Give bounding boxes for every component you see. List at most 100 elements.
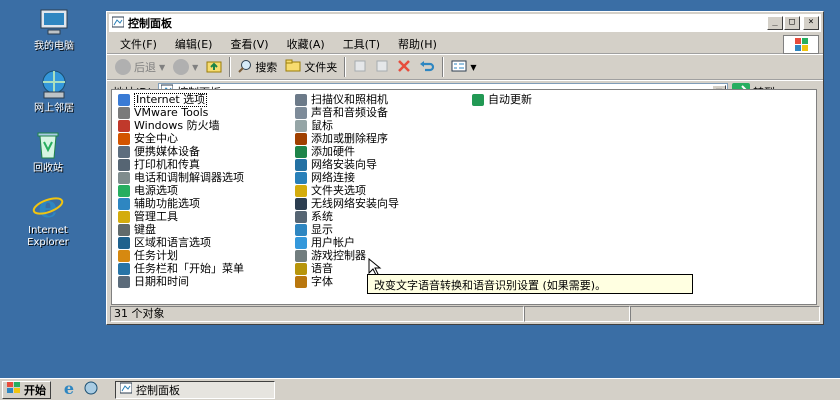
minimize-button[interactable]: _ xyxy=(767,16,783,30)
taskbar-button-label: 控制面板 xyxy=(136,383,180,397)
tooltip: 改变文字语音转换和语音识别设置 (如果需要)。 xyxy=(367,274,693,294)
control-panel-item-icon xyxy=(118,236,130,249)
menu-help[interactable]: 帮助(H) xyxy=(389,34,446,54)
control-panel-item-icon xyxy=(295,106,307,119)
control-panel-item[interactable]: 安全中心 xyxy=(118,132,244,145)
menu-favorites[interactable]: 收藏(A) xyxy=(278,34,334,54)
control-panel-item[interactable]: 区域和语言选项 xyxy=(118,236,244,249)
close-button[interactable]: × xyxy=(803,16,819,30)
control-panel-item[interactable]: 电话和调制解调器选项 xyxy=(118,171,244,184)
control-panel-item[interactable]: 用户帐户 xyxy=(295,236,399,249)
control-panel-item-label: 电话和调制解调器选项 xyxy=(134,170,244,184)
control-panel-item-label: 声音和音频设备 xyxy=(311,105,388,119)
control-panel-item-icon xyxy=(118,184,130,197)
folder-icon xyxy=(285,59,301,75)
control-panel-item[interactable]: 打印机和传真 xyxy=(118,158,244,171)
control-panel-item-icon xyxy=(118,249,130,262)
control-panel-item-label: 打印机和传真 xyxy=(134,157,200,171)
start-button[interactable]: 开始 xyxy=(2,380,51,399)
up-folder-button[interactable] xyxy=(202,57,226,78)
control-panel-item[interactable]: 任务计划 xyxy=(118,249,244,262)
move-to-icon xyxy=(353,59,367,76)
control-panel-item-label: 鼠标 xyxy=(311,118,333,132)
control-panel-item[interactable]: 日期和时间 xyxy=(118,275,244,288)
control-panel-item[interactable]: 游戏控制器 xyxy=(295,249,399,262)
control-panel-icon xyxy=(111,16,125,31)
menu-edit[interactable]: 编辑(E) xyxy=(166,34,222,54)
control-panel-item-label: Internet 选项 xyxy=(134,92,208,107)
toolbar-separator xyxy=(229,57,232,77)
control-panel-item-label: VMware Tools xyxy=(134,105,209,119)
window-title: 控制面板 xyxy=(128,17,172,30)
menu-tools[interactable]: 工具(T) xyxy=(334,34,389,54)
control-panel-item-label: 用户帐户 xyxy=(311,235,355,249)
toolbar-separator xyxy=(344,57,347,77)
control-panel-item[interactable]: 系统 xyxy=(295,210,399,223)
forward-button[interactable]: ▼ xyxy=(169,57,202,77)
items-column-1: Internet 选项 VMware Tools Windows 防火墙 安全中心 便携… xyxy=(118,92,244,288)
control-panel-item-label: 辅助功能选项 xyxy=(134,196,200,210)
show-desktop-icon[interactable] xyxy=(83,380,99,399)
control-panel-item[interactable]: 文件夹选项 xyxy=(295,184,399,197)
control-panel-item-icon xyxy=(295,236,307,249)
menu-view[interactable]: 查看(V) xyxy=(221,34,277,54)
control-panel-item[interactable]: 电源选项 xyxy=(118,184,244,197)
taskbar-button-control-panel[interactable]: 控制面板 xyxy=(115,380,275,399)
control-panel-item[interactable]: 网络安装向导 xyxy=(295,158,399,171)
chevron-down-icon: ▼ xyxy=(470,62,477,72)
control-panel-item[interactable]: Windows 防火墙 xyxy=(118,119,244,132)
control-panel-item[interactable]: 网络连接 xyxy=(295,171,399,184)
copy-to-button[interactable] xyxy=(371,57,393,78)
desktop-icon-label: 我的电脑 xyxy=(34,41,74,52)
move-to-button[interactable] xyxy=(349,57,371,78)
desktop-icon-network[interactable]: 网上邻居 xyxy=(14,68,94,115)
control-panel-item[interactable]: 添加硬件 xyxy=(295,145,399,158)
control-panel-item[interactable]: 键盘 xyxy=(118,223,244,236)
control-panel-item-label: 添加硬件 xyxy=(311,144,355,158)
items-column-2: 扫描仪和照相机 声音和音频设备 鼠标 添加或删除程序 添加硬件 网络安装向导 网络连接 文件夹… xyxy=(295,93,399,288)
control-panel-item[interactable]: 鼠标 xyxy=(295,119,399,132)
control-panel-item-icon xyxy=(118,132,130,145)
control-panel-item[interactable]: 辅助功能选项 xyxy=(118,197,244,210)
menu-file[interactable]: 文件(F) xyxy=(111,34,166,54)
folders-button[interactable]: 文件夹 xyxy=(281,57,341,77)
desktop-icon-my-computer[interactable]: 我的电脑 xyxy=(14,6,94,53)
control-panel-item-icon xyxy=(295,132,307,145)
control-panel-item[interactable]: 便携媒体设备 xyxy=(118,145,244,158)
undo-button[interactable] xyxy=(415,57,439,78)
delete-button[interactable] xyxy=(393,57,415,78)
control-panel-item-icon xyxy=(118,158,130,171)
control-panel-item-icon xyxy=(118,197,130,210)
search-button[interactable]: 搜索 xyxy=(234,57,281,78)
control-panel-item-icon xyxy=(118,262,130,275)
control-panel-item-label: 网络连接 xyxy=(311,170,355,184)
back-arrow-icon xyxy=(115,59,131,75)
control-panel-item-icon xyxy=(118,171,130,184)
status-pane xyxy=(524,306,630,322)
control-panel-item[interactable]: 任务栏和「开始」菜单 xyxy=(118,262,244,275)
desktop-icon-internet-explorer[interactable]: e Internet Explorer xyxy=(8,190,88,249)
control-panel-item[interactable]: 自动更新 xyxy=(472,93,532,106)
control-panel-item-icon xyxy=(295,184,307,197)
control-panel-item[interactable]: VMware Tools xyxy=(118,106,244,119)
internet-explorer-icon[interactable]: e xyxy=(61,379,77,399)
search-icon xyxy=(238,59,252,76)
control-panel-item-icon xyxy=(295,119,307,132)
control-panel-item[interactable]: 管理工具 xyxy=(118,210,244,223)
chevron-down-icon: ▼ xyxy=(159,62,166,72)
control-panel-item-label: 显示 xyxy=(311,222,333,236)
maximize-button[interactable]: □ xyxy=(784,16,800,30)
control-panel-item[interactable]: 添加或删除程序 xyxy=(295,132,399,145)
control-panel-item[interactable]: 无线网络安装向导 xyxy=(295,197,399,210)
title-bar[interactable]: 控制面板 _ □ × xyxy=(109,14,821,32)
network-icon xyxy=(38,68,70,100)
control-panel-item-icon xyxy=(295,158,307,171)
undo-icon xyxy=(419,59,435,76)
control-panel-item[interactable]: 声音和音频设备 xyxy=(295,106,399,119)
back-button[interactable]: 后退 ▼ xyxy=(111,57,169,77)
desktop-icon-recycle-bin[interactable]: 回收站 xyxy=(8,128,88,175)
control-panel-item[interactable]: 扫描仪和照相机 xyxy=(295,93,399,106)
views-button[interactable]: ▼ xyxy=(447,58,480,77)
control-panel-item[interactable]: Internet 选项 xyxy=(118,92,244,107)
control-panel-item[interactable]: 显示 xyxy=(295,223,399,236)
